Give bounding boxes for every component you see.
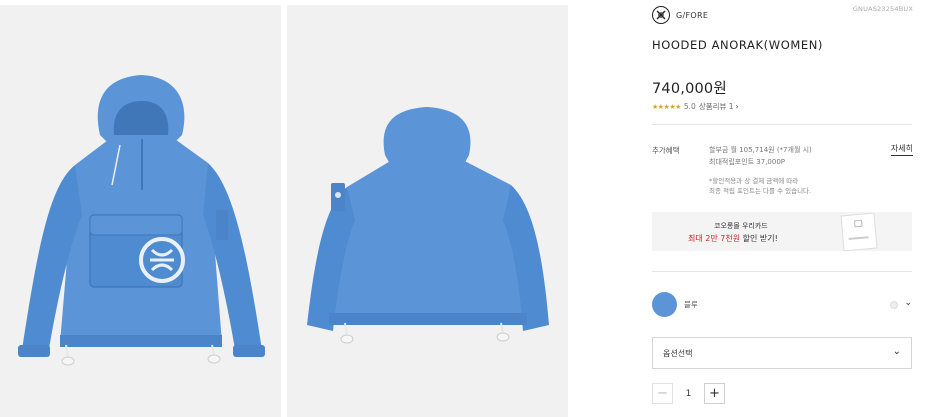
color-swatch-white[interactable] [890, 301, 898, 309]
rating-row[interactable]: ★★★★★ 5.0 상품리뷰 1 › [652, 101, 739, 112]
installment-text: 할부금 월 105,714원 (*7개월 시) [709, 146, 812, 154]
benefit-note: *할인적용과 상 결제 금액에 따라 최종 적립 포인트는 다를 수 있습니다. [709, 176, 812, 196]
benefit-note-2: 최종 적립 포인트는 다를 수 있습니다. [709, 187, 812, 195]
rating-value: 5.0 [683, 102, 696, 111]
option-select-label: 옵션선택 [663, 349, 693, 358]
brand-name[interactable]: G/FORE [676, 11, 708, 20]
rating-stars-icon: ★★★★★ [652, 102, 681, 111]
card-banner-cta: 할인 받기! [740, 234, 778, 243]
color-name: 블루 [684, 300, 698, 309]
product-price: 740,000원 [652, 81, 727, 97]
product-image-front[interactable] [0, 5, 281, 417]
product-code: GNUAS23254BUX [852, 5, 913, 13]
benefit-details: 할부금 월 105,714원 (*7개월 시) 최대적립포인트 37,000P … [709, 144, 812, 196]
quantity-stepper: − 1 + [652, 383, 725, 404]
anorak-front-illustration [18, 75, 265, 366]
quantity-value: 1 [685, 388, 692, 399]
chevron-down-icon: ⌄ [892, 346, 901, 357]
brand-logo-icon [652, 6, 670, 24]
quantity-plus-button[interactable]: + [704, 383, 725, 404]
card-promo-banner[interactable]: 코오롱몰 우리카드 최대 2만 7천원 할인 받기! [652, 212, 912, 252]
product-info-panel: G/FORE GNUAS23254BUX HOODED ANORAK(WOMEN… [652, 0, 914, 417]
review-link[interactable]: 상품리뷰 1 [699, 101, 734, 112]
product-title: HOODED ANORAK(WOMEN) [652, 38, 824, 52]
card-banner-line2: 최대 2만 7천원 할인 받기! [688, 233, 778, 244]
credit-card-icon [840, 212, 878, 252]
color-selector[interactable]: 블루 ⌄ [652, 292, 912, 318]
product-detail-page: G/FORE GNUAS23254BUX HOODED ANORAK(WOMEN… [0, 0, 931, 417]
chevron-right-icon: › [735, 102, 739, 111]
points-text: 최대적립포인트 37,000P [709, 158, 786, 166]
card-banner-line1: 코오롱몰 우리카드 [714, 222, 768, 230]
quantity-minus-button[interactable]: − [652, 383, 673, 404]
anorak-back-illustration [307, 107, 549, 344]
benefit-label: 추가혜택 [652, 146, 680, 155]
card-discount-highlight: 최대 2만 7천원 [688, 234, 741, 243]
divider [652, 124, 912, 125]
color-swatch-blue[interactable] [652, 292, 677, 317]
chevron-down-icon[interactable]: ⌄ [904, 298, 912, 308]
brand-row[interactable]: G/FORE [652, 6, 708, 24]
detail-link[interactable]: 자세히 [890, 143, 913, 156]
product-image-back[interactable] [287, 5, 568, 417]
option-select[interactable]: 옵션선택 ⌄ [652, 337, 912, 369]
benefit-note-1: *할인적용과 상 결제 금액에 따라 [709, 177, 799, 185]
divider [652, 271, 912, 272]
